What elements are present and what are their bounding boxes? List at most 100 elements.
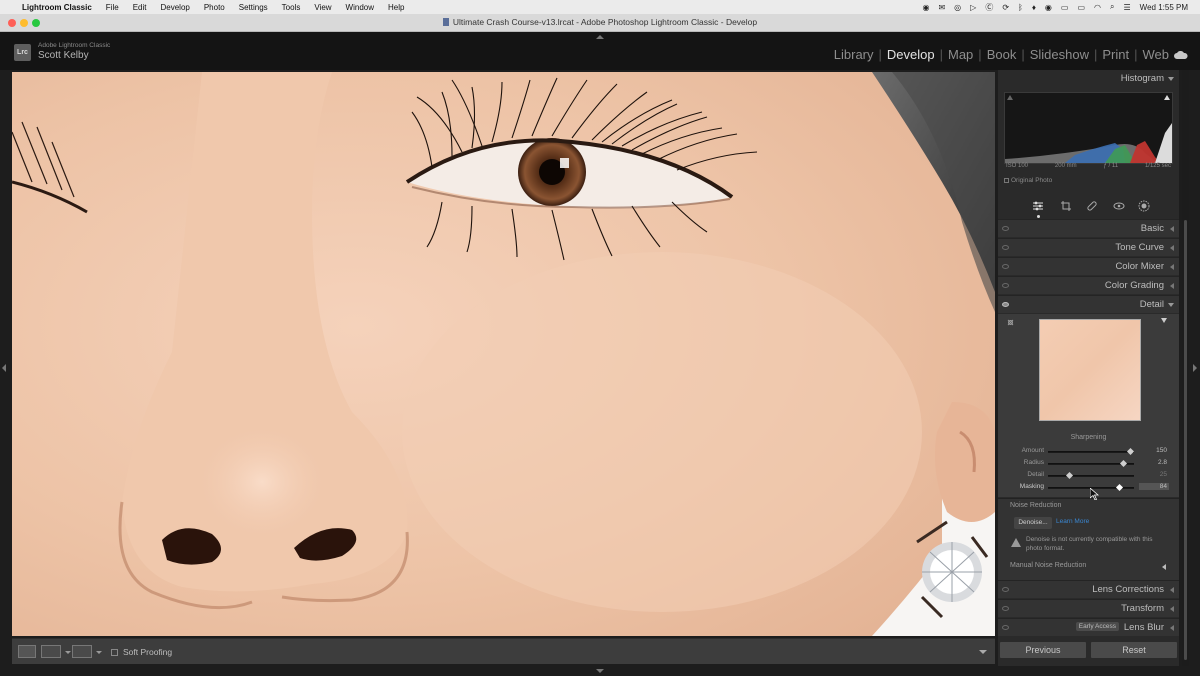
bottom-panel-toggle-icon[interactable] xyxy=(596,669,604,673)
display-icon[interactable]: ▭ xyxy=(1061,3,1069,12)
module-web[interactable]: Web xyxy=(1138,47,1175,62)
panel-visibility-eye-icon[interactable] xyxy=(1002,264,1009,269)
menu-edit[interactable]: Edit xyxy=(133,3,147,12)
learn-more-link[interactable]: Learn More xyxy=(1056,518,1089,525)
status-drop-icon[interactable]: ♦ xyxy=(1032,3,1036,12)
menu-view[interactable]: View xyxy=(314,3,331,12)
original-photo-checkbox[interactable]: Original Photo xyxy=(1004,177,1052,184)
shadow-clipping-icon[interactable] xyxy=(1007,95,1013,100)
panel-visibility-eye-icon[interactable] xyxy=(1002,302,1009,307)
panel-collapse-icon[interactable] xyxy=(1168,303,1174,307)
detail-preview-toggle-icon[interactable] xyxy=(1161,318,1167,323)
panel-expand-icon[interactable] xyxy=(1170,625,1174,631)
edit-sliders-icon[interactable] xyxy=(1032,200,1044,212)
main-photo-canvas[interactable] xyxy=(12,72,995,636)
radius-value[interactable]: 2.8 xyxy=(1158,459,1167,466)
menu-window[interactable]: Window xyxy=(346,3,374,12)
color-grading-panel-header[interactable]: Color Grading xyxy=(998,276,1179,294)
color-mixer-panel-header[interactable]: Color Mixer xyxy=(998,257,1179,275)
spotlight-search-icon[interactable]: ⌕ xyxy=(1110,2,1114,12)
panel-visibility-eye-icon[interactable] xyxy=(1002,587,1009,592)
lens-corrections-panel-header[interactable]: Lens Corrections xyxy=(998,580,1179,598)
status-sync-icon[interactable]: ⟳ xyxy=(1002,3,1009,12)
loupe-view-button[interactable] xyxy=(18,645,36,658)
right-panel-toggle-icon[interactable] xyxy=(1193,364,1197,372)
histogram-header[interactable]: Histogram xyxy=(998,70,1179,88)
panel-expand-icon[interactable] xyxy=(1170,283,1174,289)
module-map[interactable]: Map xyxy=(943,47,978,62)
soft-proofing-checkbox[interactable] xyxy=(111,649,118,656)
denoise-button[interactable]: Denoise... xyxy=(1014,517,1052,529)
basic-panel-header[interactable]: Basic xyxy=(998,219,1179,237)
bluetooth-icon[interactable]: ᛒ xyxy=(1018,3,1023,12)
red-eye-icon[interactable] xyxy=(1113,200,1125,212)
module-library[interactable]: Library xyxy=(829,47,879,62)
toolbar-content-dropdown-icon[interactable] xyxy=(979,650,987,654)
cloud-icon[interactable] xyxy=(1174,51,1188,59)
top-panel-toggle-icon[interactable] xyxy=(596,35,604,39)
swap-dropdown-icon[interactable] xyxy=(96,651,102,654)
scrollbar-thumb[interactable] xyxy=(1184,220,1187,660)
masking-icon[interactable] xyxy=(1138,200,1150,212)
amount-slider-track[interactable] xyxy=(1048,447,1134,456)
menu-settings[interactable]: Settings xyxy=(239,3,268,12)
status-c-icon[interactable]: Ⓒ xyxy=(985,2,993,13)
panel-expand-icon[interactable] xyxy=(1170,587,1174,593)
detail-slider-track[interactable] xyxy=(1048,471,1134,480)
panel-visibility-eye-icon[interactable] xyxy=(1002,245,1009,250)
amount-slider-knob[interactable] xyxy=(1126,447,1134,456)
detail-value[interactable]: 25 xyxy=(1160,471,1167,478)
menubar-clock[interactable]: Wed 1:55 PM xyxy=(1140,3,1188,12)
module-print[interactable]: Print xyxy=(1097,47,1134,62)
status-play-icon[interactable]: ▷ xyxy=(970,3,976,12)
panel-visibility-eye-icon[interactable] xyxy=(1002,226,1009,231)
detail-panel-header[interactable]: Detail xyxy=(998,295,1179,313)
tone-curve-panel-header[interactable]: Tone Curve xyxy=(998,238,1179,256)
detail-slider-knob[interactable] xyxy=(1065,471,1073,480)
module-slideshow[interactable]: Slideshow xyxy=(1025,47,1094,62)
menu-photo[interactable]: Photo xyxy=(204,3,225,12)
panel-expand-icon[interactable] xyxy=(1170,264,1174,270)
amount-value[interactable]: 150 xyxy=(1156,447,1167,454)
histogram-collapse-icon[interactable] xyxy=(1168,77,1174,81)
transform-panel-header[interactable]: Transform xyxy=(998,599,1179,617)
masking-slider-knob[interactable] xyxy=(1116,483,1124,492)
left-panel-toggle-icon[interactable] xyxy=(2,364,6,372)
menu-file[interactable]: File xyxy=(106,3,119,12)
battery-icon[interactable]: ▭ xyxy=(1077,3,1085,12)
panel-visibility-eye-icon[interactable] xyxy=(1002,625,1009,630)
menu-develop[interactable]: Develop xyxy=(160,3,189,12)
radius-slider-knob[interactable] xyxy=(1119,459,1127,468)
masking-value[interactable]: 84 xyxy=(1139,483,1169,490)
status-record-icon[interactable]: ◎ xyxy=(954,3,961,12)
lens-blur-panel-header[interactable]: Early Access Lens Blur xyxy=(998,618,1179,636)
before-after-swap-button[interactable] xyxy=(72,645,92,658)
status-mail-icon[interactable]: ✉ xyxy=(938,3,945,12)
manual-noise-reduction-label[interactable]: Manual Noise Reduction xyxy=(1010,562,1086,569)
radius-slider-track[interactable] xyxy=(1048,459,1134,468)
reset-button[interactable]: Reset xyxy=(1090,641,1178,659)
healing-icon[interactable] xyxy=(1086,200,1098,212)
panel-visibility-eye-icon[interactable] xyxy=(1002,283,1009,288)
status-record2-icon[interactable]: ◉ xyxy=(1045,3,1052,12)
crop-icon[interactable] xyxy=(1060,200,1072,212)
right-panel-scrollbar[interactable] xyxy=(1182,70,1189,666)
panel-visibility-eye-icon[interactable] xyxy=(1002,606,1009,611)
wifi-icon[interactable]: ◠ xyxy=(1094,3,1101,12)
before-after-dropdown-icon[interactable] xyxy=(65,651,71,654)
panel-expand-icon[interactable] xyxy=(1170,226,1174,232)
module-develop[interactable]: Develop xyxy=(882,47,940,62)
highlight-clipping-icon[interactable] xyxy=(1164,95,1170,100)
menu-help[interactable]: Help xyxy=(388,3,404,12)
menu-tools[interactable]: Tools xyxy=(282,3,301,12)
detail-target-adjust-icon[interactable] xyxy=(1006,318,1015,327)
panel-expand-icon[interactable] xyxy=(1170,245,1174,251)
detail-zoom-preview[interactable] xyxy=(1039,319,1141,421)
module-book[interactable]: Book xyxy=(982,47,1022,62)
manual-noise-reduction-expand-icon[interactable] xyxy=(1162,564,1166,570)
before-after-view-button[interactable] xyxy=(41,645,61,658)
histogram[interactable] xyxy=(1004,92,1173,164)
control-center-icon[interactable]: ☰ xyxy=(1124,3,1131,12)
panel-expand-icon[interactable] xyxy=(1170,606,1174,612)
previous-button[interactable]: Previous xyxy=(999,641,1087,659)
